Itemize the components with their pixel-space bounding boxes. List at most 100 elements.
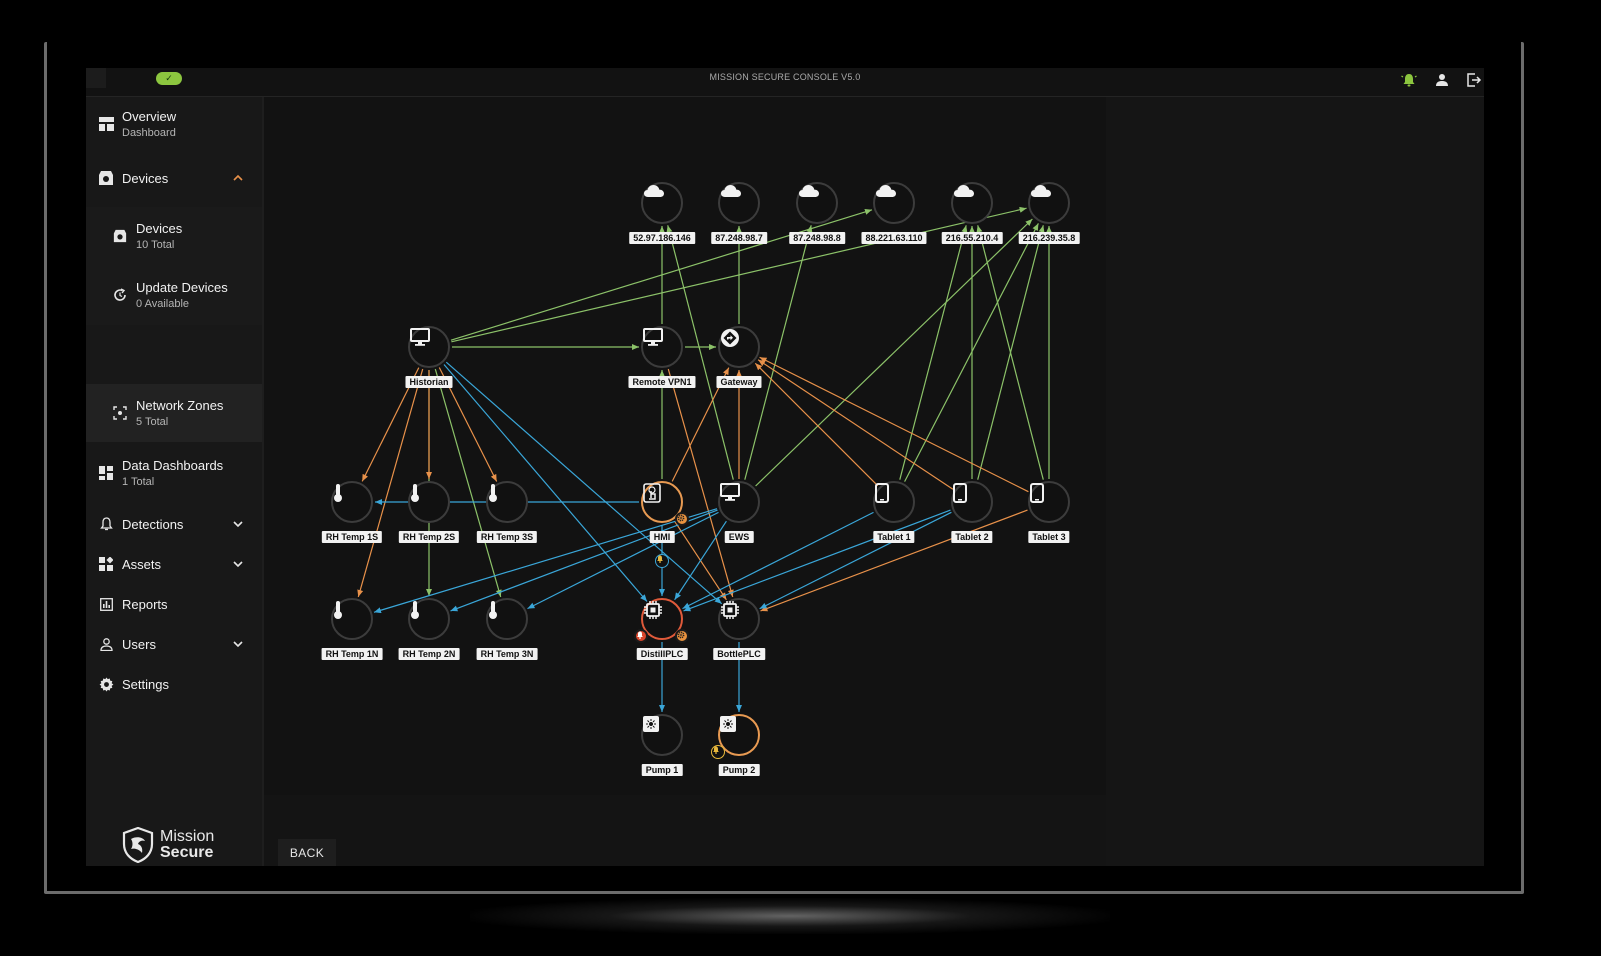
logout-icon[interactable] bbox=[1464, 70, 1484, 90]
sidebar-item-sublabel: 5 Total bbox=[136, 416, 169, 428]
sidebar-item-devices[interactable]: Devices bbox=[86, 151, 262, 205]
user-profile-icon[interactable] bbox=[1432, 70, 1452, 90]
node-label: Tablet 1 bbox=[873, 531, 915, 543]
node-label: RH Temp 1S bbox=[321, 531, 383, 543]
node-label: BottlePLC bbox=[713, 648, 765, 660]
node-label: 52.97.186.146 bbox=[629, 232, 695, 244]
node-label: 216.55.210.4 bbox=[941, 232, 1003, 244]
node-circle[interactable] bbox=[641, 326, 683, 368]
node-label: DistillPLC bbox=[636, 648, 688, 660]
user-icon bbox=[98, 636, 114, 652]
logo-line-2: Secure bbox=[160, 844, 214, 861]
alert-bell-icon bbox=[655, 554, 669, 568]
node-circle[interactable] bbox=[796, 182, 838, 224]
logo-line-1: Mission bbox=[160, 828, 215, 845]
back-button[interactable]: BACK bbox=[278, 839, 336, 866]
node-circle[interactable] bbox=[408, 598, 450, 640]
node-circle[interactable] bbox=[1028, 182, 1070, 224]
assets-icon bbox=[98, 556, 114, 572]
chevron-down-icon[interactable] bbox=[232, 518, 244, 530]
alert-bell-icon bbox=[711, 745, 725, 759]
node-label: RH Temp 3S bbox=[476, 531, 538, 543]
node-circle[interactable] bbox=[1028, 481, 1070, 523]
sidebar-item-users[interactable]: Users bbox=[86, 624, 262, 664]
node-circle[interactable] bbox=[951, 182, 993, 224]
node-circle[interactable] bbox=[408, 481, 450, 523]
node-circle[interactable] bbox=[331, 598, 373, 640]
sidebar-item-sublabel: 0 Available bbox=[136, 298, 190, 310]
sidebar-item-devices-list[interactable]: Devices 10 Total bbox=[86, 207, 262, 265]
node-label: Pump 1 bbox=[641, 764, 683, 776]
sidebar-item-detections[interactable]: Detections bbox=[86, 504, 262, 544]
sidebar-item-label: Reports bbox=[122, 596, 168, 612]
node-label: RH Temp 2N bbox=[398, 648, 460, 660]
device-icon bbox=[98, 170, 114, 186]
shield-logo-icon bbox=[122, 827, 154, 863]
node-label: 87.248.98.7 bbox=[711, 232, 767, 244]
chevron-down-icon[interactable] bbox=[232, 558, 244, 570]
node-label: RH Temp 2S bbox=[398, 531, 460, 543]
top-bar: ✓ MISSION SECURE CONSOLE V5.0 bbox=[86, 68, 1484, 97]
right-panel bbox=[1106, 97, 1484, 866]
sidebar: Overview Dashboard Devices Devices 10 Tota… bbox=[86, 97, 262, 866]
alert-bell-icon bbox=[634, 629, 648, 643]
node-circle[interactable] bbox=[873, 182, 915, 224]
sidebar-item-label: Devices bbox=[136, 221, 183, 236]
console-title: MISSION SECURE CONSOLE V5.0 bbox=[709, 72, 861, 82]
node-label: EWS bbox=[724, 531, 754, 543]
reports-icon bbox=[98, 596, 114, 612]
alarm-bell-icon[interactable] bbox=[1399, 70, 1419, 90]
refresh-icon bbox=[112, 287, 128, 303]
mission-secure-logo: Mission Secure bbox=[122, 827, 214, 863]
sidebar-item-label: Update Devices bbox=[136, 280, 228, 295]
node-label: Historian bbox=[405, 376, 453, 388]
sidebar-item-label: Settings bbox=[122, 676, 169, 692]
node-label: 88.221.63.110 bbox=[861, 232, 927, 244]
sidebar-item-label: Assets bbox=[122, 556, 162, 572]
node-circle[interactable] bbox=[873, 481, 915, 523]
warning-gear-icon bbox=[675, 512, 689, 526]
chevron-up-icon[interactable] bbox=[232, 172, 244, 184]
chevron-down-icon[interactable] bbox=[232, 638, 244, 650]
sidebar-item-data-dashboards[interactable]: Data Dashboards 1 Total bbox=[86, 444, 262, 502]
node-label: Gateway bbox=[716, 376, 762, 388]
reflection-glow bbox=[470, 898, 1110, 934]
node-circle[interactable] bbox=[486, 481, 528, 523]
sidebar-item-network-zones[interactable]: Network Zones 5 Total bbox=[86, 384, 262, 442]
node-label: Pump 2 bbox=[718, 764, 760, 776]
zone-icon bbox=[112, 405, 128, 421]
node-circle[interactable] bbox=[718, 182, 760, 224]
warning-gear-icon bbox=[675, 629, 689, 643]
sidebar-item-sublabel: Dashboard bbox=[122, 127, 176, 139]
sidebar-item-assets[interactable]: Assets bbox=[86, 544, 262, 584]
sidebar-item-label: Overview bbox=[122, 109, 177, 124]
sidebar-item-label: Network Zones bbox=[136, 398, 224, 413]
node-label: Tablet 2 bbox=[951, 531, 993, 543]
bell-icon bbox=[98, 516, 114, 532]
node-circle[interactable] bbox=[408, 326, 450, 368]
node-circle[interactable] bbox=[718, 326, 760, 368]
sidebar-item-label: Detections bbox=[122, 516, 184, 532]
sidebar-item-overview[interactable]: Overview Dashboard bbox=[86, 97, 262, 151]
node-circle[interactable] bbox=[641, 714, 683, 756]
node-circle[interactable] bbox=[641, 182, 683, 224]
sidebar-item-label: Data Dashboards bbox=[122, 458, 224, 473]
node-circle[interactable] bbox=[486, 598, 528, 640]
sidebar-item-update-devices[interactable]: Update Devices 0 Available bbox=[86, 265, 262, 325]
node-label: 216.239.35.8 bbox=[1018, 232, 1080, 244]
sidebar-item-label: Devices bbox=[122, 170, 169, 186]
device-icon bbox=[112, 228, 128, 244]
node-label: RH Temp 3N bbox=[476, 648, 538, 660]
node-label: 87.248.98.8 bbox=[789, 232, 845, 244]
node-label: RH Temp 1N bbox=[321, 648, 383, 660]
sidebar-item-sublabel: 1 Total bbox=[122, 476, 155, 488]
sidebar-item-settings[interactable]: Settings bbox=[86, 664, 262, 704]
node-circle[interactable] bbox=[718, 598, 760, 640]
node-circle[interactable] bbox=[951, 481, 993, 523]
gear-icon bbox=[98, 676, 114, 692]
grid-icon bbox=[98, 465, 114, 481]
node-circle[interactable] bbox=[718, 481, 760, 523]
network-nodes: 52.97.186.146 87.248.98.7 87.248.98.8 88.22… bbox=[264, 97, 1106, 795]
sidebar-item-reports[interactable]: Reports bbox=[86, 584, 262, 624]
node-circle[interactable] bbox=[331, 481, 373, 523]
